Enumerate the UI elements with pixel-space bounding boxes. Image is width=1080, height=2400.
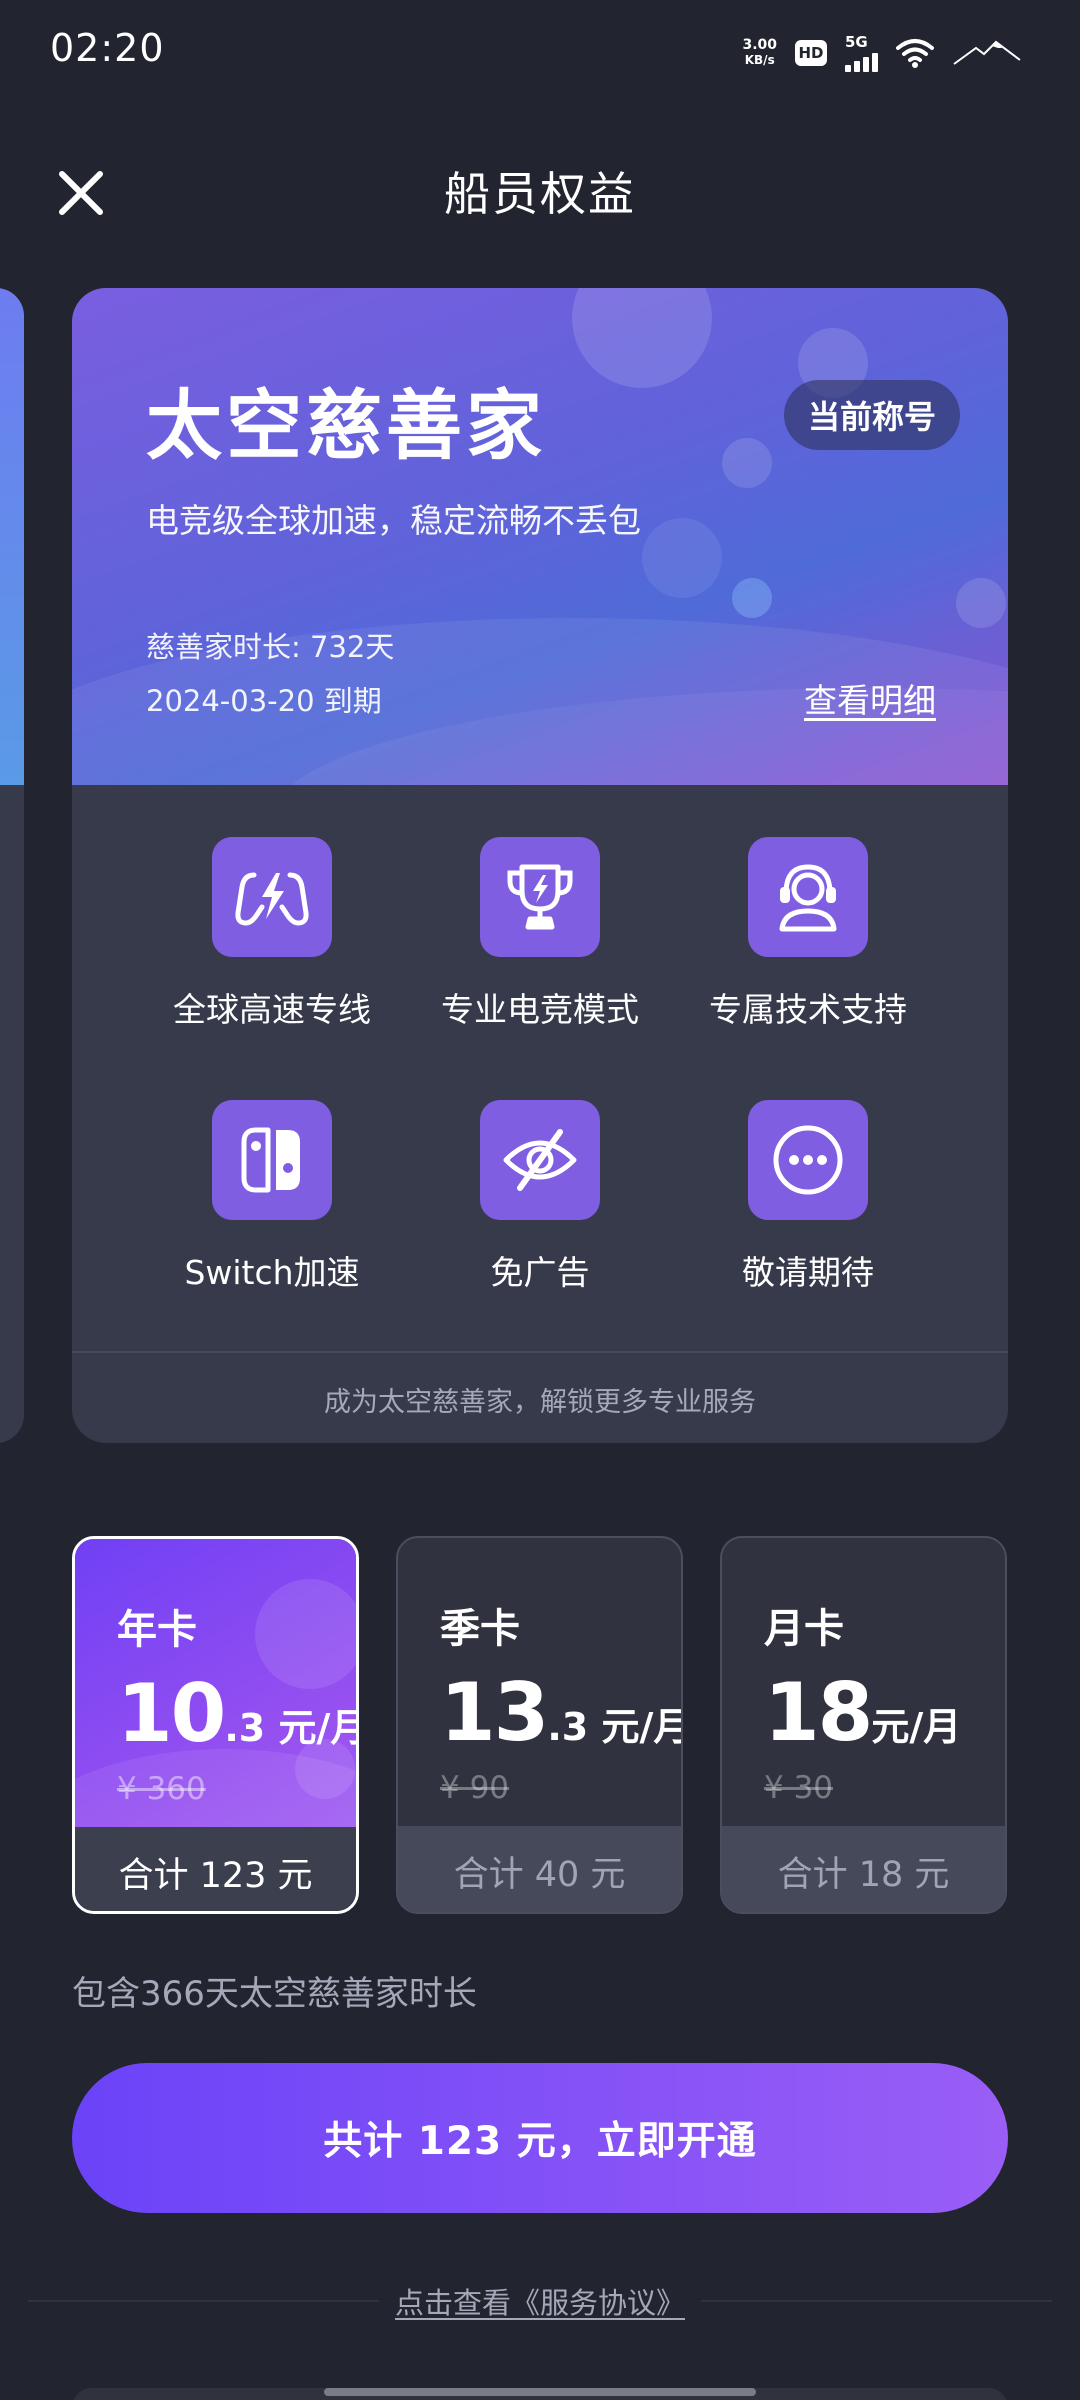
switch-console-icon — [212, 1100, 332, 1220]
service-agreement-link[interactable]: 点击查看《服务协议》 — [378, 2286, 701, 2320]
card-subtitle: 电竞级全球加速，稳定流畅不丢包 — [146, 501, 641, 540]
speed-unit: KB/s — [744, 53, 775, 67]
signal-icon: 5G — [845, 32, 878, 72]
speed-value: 3.00 — [742, 37, 777, 53]
membership-card: 太空慈善家 当前称号 电竞级全球加速，稳定流畅不丢包 慈善家时长: 732天 2… — [72, 288, 1008, 1443]
plan-total: 合计 40 元 — [398, 1826, 681, 1912]
plan-quarterly[interactable]: 季卡 13.3 元/月 ¥ 90 合计 40 元 — [396, 1536, 683, 1914]
view-details-link[interactable]: 查看明细 — [804, 674, 936, 722]
page-title: 船员权益 — [444, 167, 636, 221]
agreement: 点击查看《服务协议》 — [0, 2280, 1080, 2322]
mountain-icon — [953, 40, 1021, 65]
benefit-label: 敬请期待 — [742, 1253, 874, 1292]
benefit-tech-support[interactable]: 专属技术支持 — [674, 837, 942, 1031]
plan-name: 年卡 — [117, 1607, 197, 1653]
plan-price: 13.3 元/月 — [440, 1666, 683, 1759]
plan-total: 合计 18 元 — [722, 1826, 1005, 1912]
divider — [72, 1351, 1008, 1353]
benefit-coming-soon[interactable]: 敬请期待 — [674, 1100, 942, 1294]
plan-monthly[interactable]: 月卡 18元/月 ¥ 30 合计 18 元 — [720, 1536, 1007, 1914]
network-label: 5G — [845, 32, 868, 51]
trophy-icon — [480, 837, 600, 957]
benefit-label: Switch加速 — [184, 1253, 360, 1292]
benefit-label: 专属技术支持 — [709, 990, 907, 1029]
plan-name: 季卡 — [440, 1606, 520, 1652]
status-icons: 3.00 KB/s HD 5G — [742, 28, 1022, 78]
plan-original-price: ¥ 90 — [440, 1770, 510, 1806]
benefit-esports-mode[interactable]: 专业电竞模式 — [406, 837, 674, 1031]
benefit-no-ads[interactable]: 免广告 — [406, 1100, 674, 1294]
plan-description: 包含366天太空慈善家时长 — [72, 1974, 477, 2014]
plan-original-price: ¥ 360 — [117, 1771, 206, 1807]
plan-total: 合计 123 元 — [75, 1827, 356, 1911]
benefit-label: 全球高速专线 — [173, 990, 371, 1029]
benefit-label: 免广告 — [490, 1253, 590, 1292]
card-hero: 太空慈善家 当前称号 电竞级全球加速，稳定流畅不丢包 慈善家时长: 732天 2… — [72, 288, 1008, 785]
membership-duration: 慈善家时长: 732天 — [146, 630, 395, 664]
benefit-switch[interactable]: Switch加速 — [138, 1100, 406, 1294]
network-speed: 3.00 KB/s — [742, 38, 777, 68]
previous-card-peek[interactable] — [0, 288, 24, 1443]
card-title: 太空慈善家 — [146, 381, 546, 470]
headset-support-icon — [748, 837, 868, 957]
current-title-badge: 当前称号 — [783, 380, 960, 450]
plan-price: 18元/月 — [764, 1666, 962, 1759]
eye-off-icon — [480, 1100, 600, 1220]
home-indicator[interactable] — [324, 2388, 756, 2396]
plan-price: 10.3 元/月 — [117, 1667, 356, 1760]
more-dots-icon — [748, 1100, 868, 1220]
plan-original-price: ¥ 30 — [764, 1770, 834, 1806]
benefit-label: 专业电竞模式 — [441, 990, 639, 1029]
status-bar: 02:20 3.00 KB/s HD 5G — [0, 0, 1080, 100]
plan-annual[interactable]: 年卡 10.3 元/月 ¥ 360 合计 123 元 — [72, 1536, 359, 1914]
plan-name: 月卡 — [764, 1606, 844, 1652]
benefit-global-line[interactable]: 全球高速专线 — [138, 837, 406, 1031]
gamepad-lightning-icon — [212, 837, 332, 957]
subscribe-button[interactable]: 共计 123 元，立即开通 — [72, 2063, 1008, 2213]
card-footer-note: 成为太空慈善家，解锁更多专业服务 — [324, 1387, 756, 1418]
membership-expire-date: 2024-03-20 到期 — [146, 684, 382, 718]
wifi-icon — [896, 39, 934, 68]
hd-icon: HD — [795, 40, 827, 66]
header: 船员权益 — [0, 140, 1080, 240]
status-time: 02:20 — [50, 26, 165, 70]
